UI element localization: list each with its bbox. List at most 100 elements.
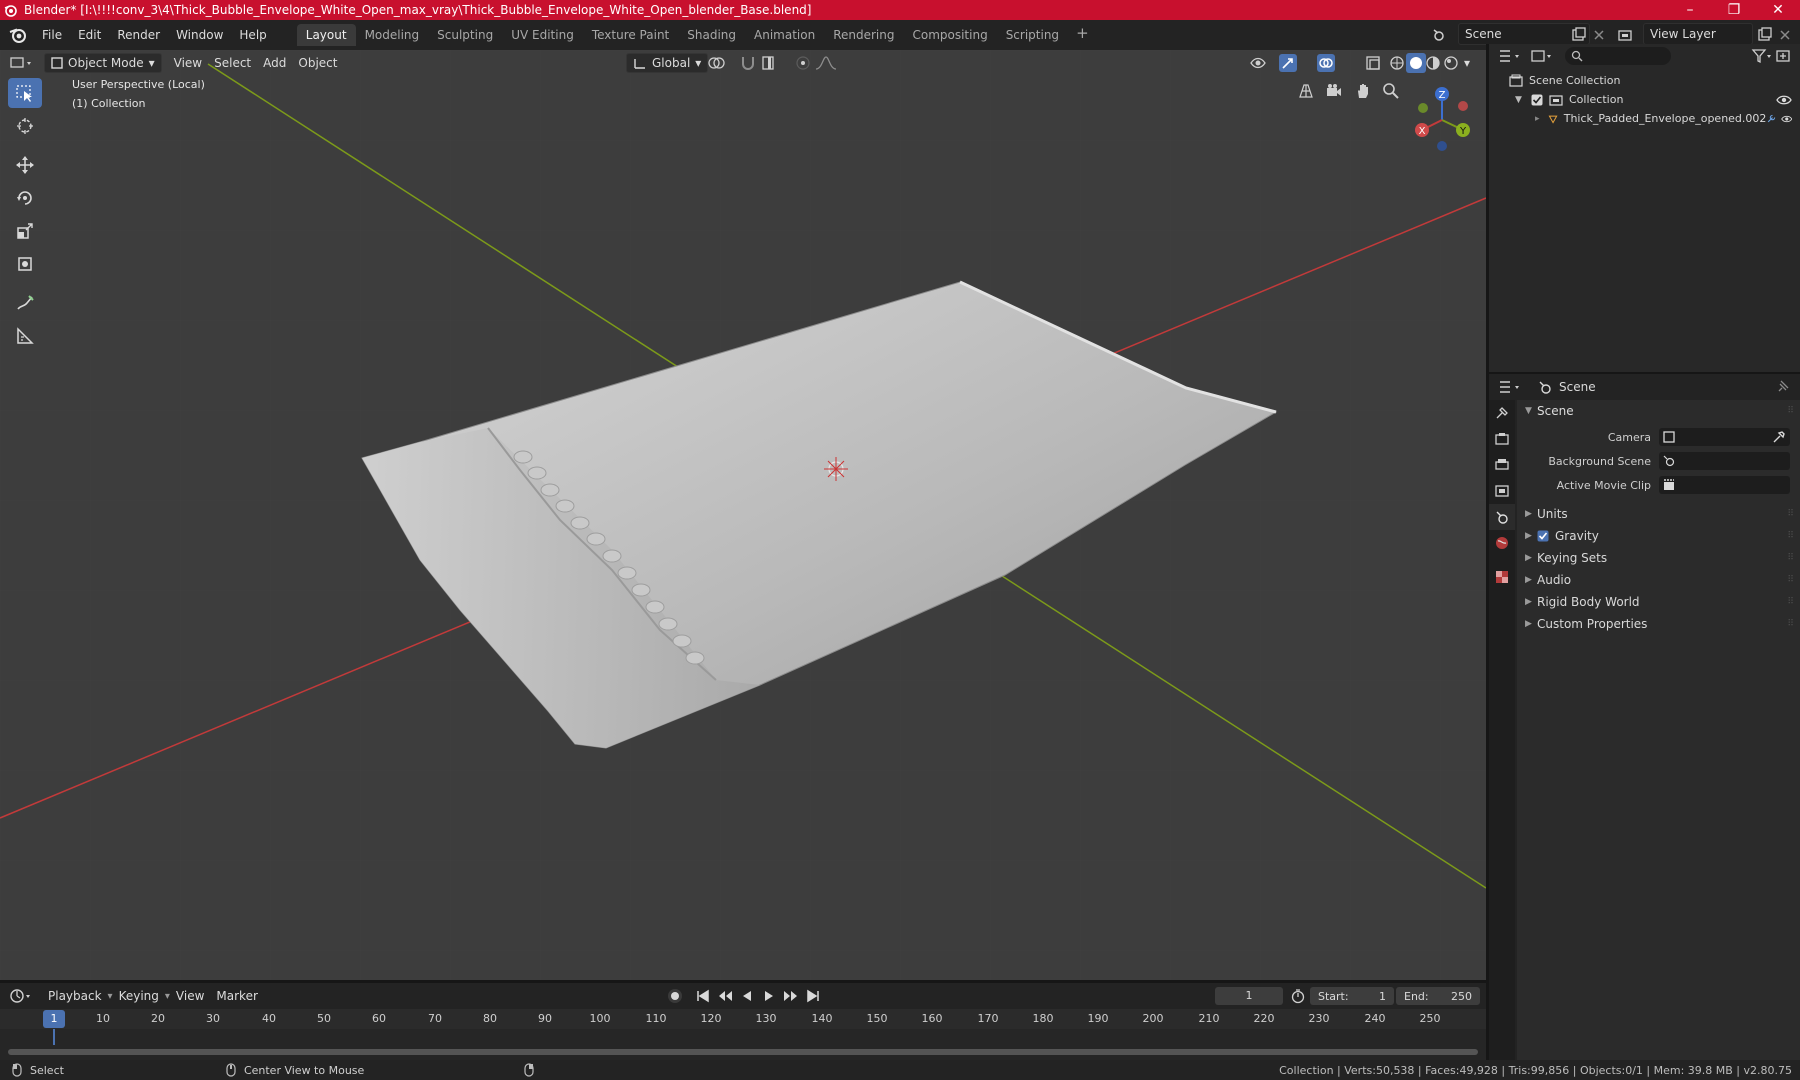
falloff-icon[interactable]: [814, 54, 838, 72]
overlays-toggle-icon[interactable]: [1316, 53, 1344, 73]
eye-icon[interactable]: [1776, 94, 1792, 106]
panel-grip-icon[interactable]: ⠿: [1787, 553, 1794, 563]
prev-keyframe-icon[interactable]: [716, 987, 734, 1005]
annotate-tool[interactable]: [8, 288, 42, 318]
tab-modeling[interactable]: Modeling: [356, 24, 429, 46]
panel-grip-icon[interactable]: ⠿: [1787, 531, 1794, 541]
audio-panel-header[interactable]: ▶ Audio ⠿: [1517, 569, 1800, 591]
jump-start-icon[interactable]: [694, 987, 712, 1005]
custom-properties-panel-header[interactable]: ▶ Custom Properties ⠿: [1517, 613, 1800, 635]
stopwatch-icon[interactable]: [1290, 988, 1306, 1004]
menu-object[interactable]: Object: [292, 53, 343, 73]
transform-orientation-dropdown[interactable]: Global ▾: [626, 53, 709, 73]
measure-tool[interactable]: [8, 321, 42, 351]
select-box-tool[interactable]: [8, 78, 42, 108]
snap-target-icon[interactable]: [760, 54, 784, 72]
panel-grip-icon[interactable]: ⠿: [1787, 406, 1794, 416]
tab-compositing[interactable]: Compositing: [903, 24, 996, 46]
close-button[interactable]: ✕: [1756, 2, 1800, 18]
menu-select[interactable]: Select: [208, 53, 257, 73]
rigid-body-world-panel-header[interactable]: ▶ Rigid Body World ⠿: [1517, 591, 1800, 613]
menu-help[interactable]: Help: [231, 23, 274, 47]
xray-toggle-icon[interactable]: [1364, 54, 1382, 72]
scene-panel-header[interactable]: ▼ Scene ⠿: [1517, 400, 1800, 422]
active-movie-clip-field[interactable]: [1659, 476, 1790, 494]
panel-grip-icon[interactable]: ⠿: [1787, 619, 1794, 629]
expand-arrow-icon[interactable]: ▼: [1515, 95, 1527, 105]
filter-icon[interactable]: [1750, 47, 1774, 65]
outliner-row-scene-collection[interactable]: Scene Collection: [1489, 71, 1800, 90]
snap-icon[interactable]: [738, 54, 758, 72]
view-layer-selector[interactable]: View Layer: [1643, 23, 1753, 45]
jump-end-icon[interactable]: [804, 987, 822, 1005]
tab-animation[interactable]: Animation: [745, 24, 824, 46]
menu-playback[interactable]: Playback: [42, 986, 108, 1006]
maximize-button[interactable]: ❐: [1712, 2, 1756, 18]
panel-grip-icon[interactable]: ⠿: [1787, 597, 1794, 607]
end-frame-field[interactable]: End: 250: [1396, 987, 1480, 1005]
menu-view[interactable]: View: [168, 53, 208, 73]
tab-scene[interactable]: [1489, 504, 1515, 530]
navigation-gizmo[interactable]: Z Y X: [1406, 82, 1476, 152]
current-frame-field[interactable]: 1: [1215, 987, 1283, 1005]
wireframe-shading-icon[interactable]: [1388, 54, 1406, 72]
menu-timeline-view[interactable]: View: [170, 986, 210, 1006]
eyedropper-icon[interactable]: [1772, 430, 1786, 444]
move-tool[interactable]: [8, 150, 42, 180]
tab-texture[interactable]: [1489, 564, 1515, 590]
outliner-row-collection[interactable]: ▼ Collection: [1489, 90, 1800, 109]
record-icon[interactable]: [666, 987, 684, 1005]
play-reverse-icon[interactable]: [738, 987, 756, 1005]
solid-shading-icon[interactable]: [1406, 53, 1426, 73]
tab-uv-editing[interactable]: UV Editing: [502, 24, 583, 46]
shading-options-chevron-icon[interactable]: ▾: [1458, 53, 1476, 73]
visibility-selectability-icon[interactable]: [1248, 54, 1272, 72]
menu-render[interactable]: Render: [109, 23, 168, 47]
outliner-row-object[interactable]: ▸ Thick_Padded_Envelope_opened.002: [1489, 109, 1800, 128]
include-checkbox-icon[interactable]: [1531, 94, 1543, 106]
scale-tool[interactable]: [8, 216, 42, 246]
menu-window[interactable]: Window: [168, 23, 231, 47]
cursor-tool[interactable]: [8, 111, 42, 141]
gravity-panel-header[interactable]: ▶ Gravity ⠿: [1517, 525, 1800, 547]
proportional-editing-icon[interactable]: [794, 54, 812, 72]
properties-editor-type-icon[interactable]: [1497, 378, 1523, 396]
start-frame-field[interactable]: Start: 1: [1310, 987, 1394, 1005]
blender-menu-icon[interactable]: [8, 25, 28, 45]
camera-field[interactable]: [1659, 428, 1790, 446]
pin-icon[interactable]: [1776, 380, 1790, 394]
menu-file[interactable]: File: [34, 23, 70, 47]
pan-view-button[interactable]: [1350, 78, 1376, 104]
delete-view-layer-icon[interactable]: [1776, 26, 1794, 44]
editor-type-icon[interactable]: [8, 53, 34, 73]
delete-scene-icon[interactable]: [1590, 26, 1608, 44]
expand-arrow-icon[interactable]: ▸: [1535, 114, 1544, 124]
new-scene-icon[interactable]: [1570, 26, 1588, 44]
timeline-scrollbar[interactable]: [8, 1049, 1478, 1055]
tab-scripting[interactable]: Scripting: [997, 24, 1068, 46]
minimize-button[interactable]: –: [1668, 2, 1712, 18]
panel-grip-icon[interactable]: ⠿: [1787, 575, 1794, 585]
zoom-view-button[interactable]: [1378, 78, 1404, 104]
outliner-search-input[interactable]: [1565, 47, 1671, 65]
3d-viewport[interactable]: Object Mode ▾ View Select Add Object Glo…: [0, 50, 1486, 980]
tab-tool[interactable]: [1489, 400, 1515, 426]
tab-view-layer[interactable]: [1489, 478, 1515, 504]
view-layer-icon[interactable]: [1616, 26, 1634, 44]
rotate-tool[interactable]: [8, 183, 42, 213]
new-view-layer-icon[interactable]: [1756, 26, 1774, 44]
scene-data-icon[interactable]: [1430, 26, 1448, 44]
outliner-editor-type-icon[interactable]: [1497, 47, 1523, 65]
menu-add[interactable]: Add: [257, 53, 292, 73]
keying-sets-panel-header[interactable]: ▶ Keying Sets ⠿: [1517, 547, 1800, 569]
tab-texture-paint[interactable]: Texture Paint: [583, 24, 678, 46]
timeline-track-area[interactable]: [0, 1029, 1486, 1060]
menu-keying[interactable]: Keying: [113, 986, 165, 1006]
background-scene-field[interactable]: [1659, 452, 1790, 470]
play-icon[interactable]: [760, 987, 778, 1005]
display-mode-icon[interactable]: [1529, 47, 1555, 65]
transform-tool[interactable]: [8, 249, 42, 279]
camera-view-button[interactable]: [1321, 78, 1347, 104]
tab-rendering[interactable]: Rendering: [824, 24, 903, 46]
tab-shading[interactable]: Shading: [678, 24, 745, 46]
